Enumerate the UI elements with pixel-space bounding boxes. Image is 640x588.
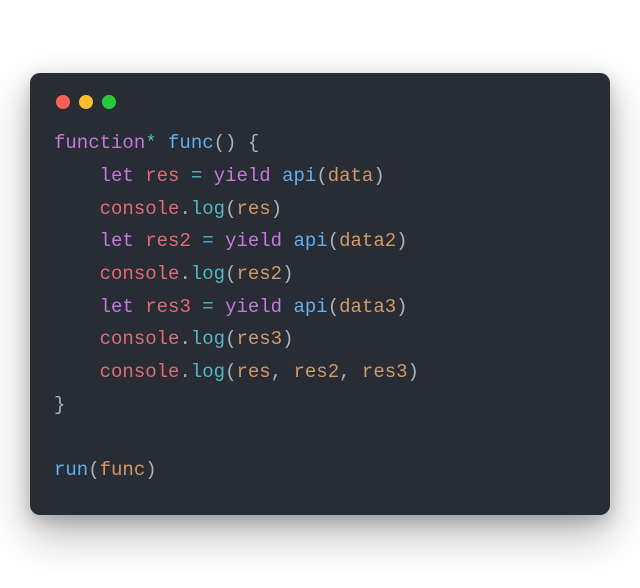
code-token: res: [145, 165, 179, 187]
code-token: =: [202, 230, 213, 252]
zoom-icon[interactable]: [102, 95, 116, 109]
code-token: log: [191, 198, 225, 220]
code-token: res2: [236, 263, 282, 285]
code-token: ): [373, 165, 384, 187]
code-token: ): [396, 296, 407, 318]
code-token: (: [328, 296, 339, 318]
code-token: yield: [225, 296, 282, 318]
code-token: api: [282, 165, 316, 187]
code-token: (: [328, 230, 339, 252]
code-token: [214, 230, 225, 252]
code-token: res: [236, 198, 270, 220]
code-token: yield: [214, 165, 271, 187]
code-token: .: [179, 198, 190, 220]
code-token: ): [282, 263, 293, 285]
code-token: console: [100, 263, 180, 285]
code-token: (: [225, 361, 236, 383]
code-token: data2: [339, 230, 396, 252]
code-token: [134, 296, 145, 318]
code-token: }: [54, 394, 65, 416]
code-token: (: [225, 198, 236, 220]
code-token: {: [248, 132, 259, 154]
code-token: ): [408, 361, 419, 383]
close-icon[interactable]: [56, 95, 70, 109]
code-token: res3: [236, 328, 282, 350]
code-token: (: [225, 328, 236, 350]
code-token: data3: [339, 296, 396, 318]
code-token: data: [328, 165, 374, 187]
code-token: res3: [362, 361, 408, 383]
code-token: [191, 230, 202, 252]
code-token: =: [202, 296, 213, 318]
code-block: function* func() { let res = yield api(d…: [54, 127, 586, 486]
code-token: let: [100, 296, 134, 318]
code-token: yield: [225, 230, 282, 252]
code-token: console: [100, 328, 180, 350]
code-token: console: [100, 198, 180, 220]
code-token: .: [179, 361, 190, 383]
code-token: [134, 230, 145, 252]
minimize-icon[interactable]: [79, 95, 93, 109]
code-token: api: [293, 230, 327, 252]
code-token: [236, 132, 247, 154]
code-token: .: [179, 328, 190, 350]
code-token: run: [54, 459, 88, 481]
code-token: api: [293, 296, 327, 318]
code-token: log: [191, 361, 225, 383]
code-token: (: [88, 459, 99, 481]
code-token: ): [145, 459, 156, 481]
code-token: [214, 296, 225, 318]
code-token: log: [191, 328, 225, 350]
code-token: func: [100, 459, 146, 481]
code-token: (: [316, 165, 327, 187]
code-token: let: [100, 165, 134, 187]
code-window: function* func() { let res = yield api(d…: [30, 73, 610, 514]
code-token: [282, 230, 293, 252]
code-token: res3: [145, 296, 191, 318]
code-token: [271, 165, 282, 187]
code-token: func: [168, 132, 214, 154]
code-token: res: [236, 361, 270, 383]
code-token: ,: [271, 361, 294, 383]
code-token: ,: [339, 361, 362, 383]
code-token: log: [191, 263, 225, 285]
code-token: (: [225, 263, 236, 285]
code-token: [202, 165, 213, 187]
window-titlebar: [54, 93, 586, 127]
code-token: =: [191, 165, 202, 187]
code-token: *: [145, 132, 156, 154]
code-token: res2: [294, 361, 340, 383]
stage: function* func() { let res = yield api(d…: [0, 0, 640, 588]
code-token: [191, 296, 202, 318]
code-token: (): [214, 132, 237, 154]
code-token: ): [271, 198, 282, 220]
code-token: [157, 132, 168, 154]
code-token: ): [282, 328, 293, 350]
code-token: .: [179, 263, 190, 285]
code-token: function: [54, 132, 145, 154]
code-token: res2: [145, 230, 191, 252]
code-token: [282, 296, 293, 318]
code-token: [179, 165, 190, 187]
code-token: let: [100, 230, 134, 252]
code-token: [134, 165, 145, 187]
code-token: console: [100, 361, 180, 383]
code-token: ): [396, 230, 407, 252]
